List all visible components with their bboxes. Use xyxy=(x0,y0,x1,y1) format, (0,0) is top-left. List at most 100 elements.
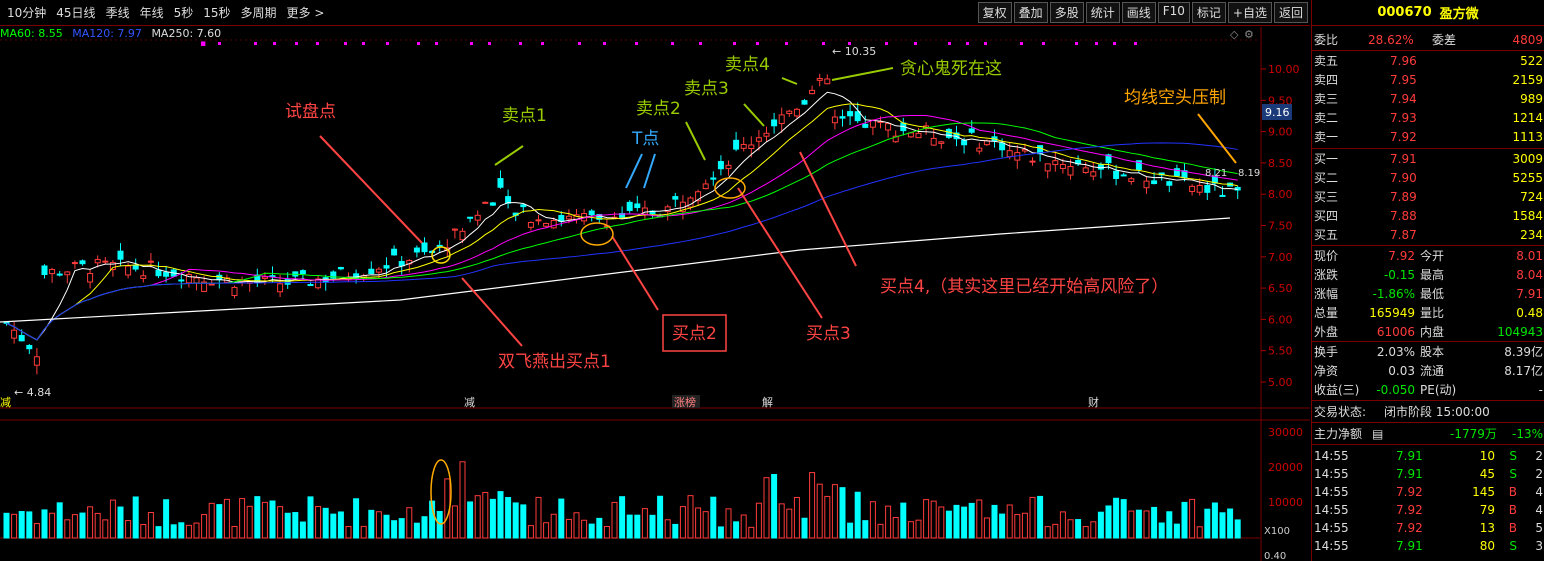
settings-icon[interactable]: ⚙ xyxy=(1244,28,1254,41)
candle-body xyxy=(307,284,314,287)
signal-dot xyxy=(914,42,917,45)
volume-bar xyxy=(679,506,686,539)
ask-row[interactable]: 卖二 7.93 1214 xyxy=(1312,109,1544,127)
candle-body xyxy=(140,275,147,279)
volume-bar xyxy=(292,512,299,539)
volume-bar xyxy=(170,524,177,539)
stat-row: 现价 7.92 今开 8.01 xyxy=(1312,247,1544,265)
tick-row[interactable]: 14:55 7.92 145 B 4 xyxy=(1312,483,1544,501)
stat-value: 7.92 xyxy=(1388,249,1415,263)
candle-body xyxy=(839,116,846,119)
candle-body xyxy=(809,89,816,95)
candle-body xyxy=(375,268,382,273)
volume-bar xyxy=(786,508,793,539)
flow-menu-icon[interactable]: ▤ xyxy=(1372,425,1383,443)
volume-bar xyxy=(330,513,337,539)
tick-row[interactable]: 14:55 7.91 80 S 3 xyxy=(1312,537,1544,555)
ask-row[interactable]: 卖三 7.94 989 xyxy=(1312,90,1544,108)
volume-bar xyxy=(140,524,147,539)
volume-bar xyxy=(1234,519,1241,539)
bid-row[interactable]: 买五 7.87 234 xyxy=(1312,226,1544,244)
volume-bar xyxy=(185,524,192,539)
stat-label: 收益(三) xyxy=(1314,383,1360,397)
event-tag-rank[interactable]: 涨榜 xyxy=(674,395,696,409)
volume-bar xyxy=(208,502,215,539)
volume-bar xyxy=(573,512,580,539)
candle-body xyxy=(778,114,785,125)
level-volume: 1214 xyxy=(1512,111,1543,125)
event-tag-finance[interactable]: 财 xyxy=(1088,395,1099,409)
annotation-sell1: 卖点1 xyxy=(502,106,547,126)
stat-value-2: 8.39亿 xyxy=(1504,345,1543,359)
candle-body xyxy=(261,276,268,279)
bid-row[interactable]: 买二 7.90 5255 xyxy=(1312,169,1544,187)
candle-body xyxy=(550,220,557,229)
volume-bar xyxy=(512,502,519,539)
ask-row[interactable]: 卖五 7.96 522 xyxy=(1312,52,1544,70)
bid-row[interactable]: 买四 7.88 1584 xyxy=(1312,207,1544,225)
stat-label: 换手 xyxy=(1314,345,1339,359)
tick-count: 5 xyxy=(1535,521,1543,535)
diamond-icon[interactable]: ◇ xyxy=(1230,28,1239,41)
level-volume: 3009 xyxy=(1512,152,1543,166)
candle-body xyxy=(178,279,185,282)
volume-bar xyxy=(391,520,398,539)
tick-row[interactable]: 14:55 7.91 10 S 2 xyxy=(1312,447,1544,465)
event-tag-unlock[interactable]: 解 xyxy=(762,395,773,409)
volume-bar xyxy=(178,522,185,539)
main-flow-row[interactable]: 主力净额 ▤ -1779万 -13% xyxy=(1312,425,1544,443)
candle-body xyxy=(938,141,945,144)
volume-bar xyxy=(702,511,709,539)
ask-row[interactable]: 卖一 7.92 1113 xyxy=(1312,128,1544,146)
kline-chart[interactable]: 10.009.509.008.508.007.507.006.506.005.5… xyxy=(0,0,1310,561)
signal-dot xyxy=(541,42,544,45)
candle-body xyxy=(626,201,633,211)
level-label: 卖三 xyxy=(1314,92,1339,106)
level-price: 7.89 xyxy=(1390,190,1417,204)
candle-body xyxy=(125,265,132,276)
candle-body xyxy=(482,201,489,204)
volume-bar xyxy=(755,502,762,539)
quote-panel: 000670 盈方微 委比 28.62% 委差 4809 卖五 7.96 522… xyxy=(1311,0,1544,561)
volume-bar xyxy=(778,503,785,539)
volume-bar xyxy=(201,514,208,539)
event-tag-reduce[interactable]: 减 xyxy=(464,396,475,409)
stat-value-2: 0.48 xyxy=(1516,306,1543,320)
tick-side: S xyxy=(1509,539,1517,553)
signal-dot xyxy=(417,42,420,45)
volume-bar xyxy=(839,487,846,539)
signal-dot xyxy=(671,42,674,45)
event-tag-first[interactable]: 减 xyxy=(0,396,11,409)
ma250-line xyxy=(0,217,1231,323)
volume-bar xyxy=(33,523,40,539)
volume-bar xyxy=(854,491,861,539)
volume-bar xyxy=(527,525,534,539)
tick-row[interactable]: 14:55 7.91 45 S 2 xyxy=(1312,465,1544,483)
tick-row[interactable]: 14:55 7.92 13 B 5 xyxy=(1312,519,1544,537)
candle-body xyxy=(49,268,56,275)
bid-row[interactable]: 买三 7.89 724 xyxy=(1312,188,1544,206)
candle-body xyxy=(193,277,200,284)
volume-bar xyxy=(763,477,770,539)
level-label: 买二 xyxy=(1314,171,1339,185)
volume-bar xyxy=(1219,512,1226,539)
tick-row[interactable]: 14:55 7.92 79 B 4 xyxy=(1312,501,1544,519)
stat-label: 总量 xyxy=(1314,306,1339,320)
volume-bar xyxy=(482,491,489,539)
candle-body xyxy=(1113,170,1120,179)
price-tick-label: 6.50 xyxy=(1268,282,1293,295)
stock-header: 000670 盈方微 xyxy=(1312,0,1544,26)
volume-bar xyxy=(695,507,702,539)
volume-bar xyxy=(246,505,253,539)
tick-time: 14:55 xyxy=(1314,485,1349,499)
bid-row[interactable]: 买一 7.91 3009 xyxy=(1312,150,1544,168)
candle-body xyxy=(915,132,922,139)
candle-body xyxy=(717,161,724,170)
level-price: 7.91 xyxy=(1390,152,1417,166)
signal-dot xyxy=(603,42,606,45)
signal-dot xyxy=(386,42,389,45)
buy3-circle xyxy=(714,177,746,199)
ask-row[interactable]: 卖四 7.95 2159 xyxy=(1312,71,1544,89)
volume-bar xyxy=(1189,498,1196,539)
candle-body xyxy=(793,108,800,117)
